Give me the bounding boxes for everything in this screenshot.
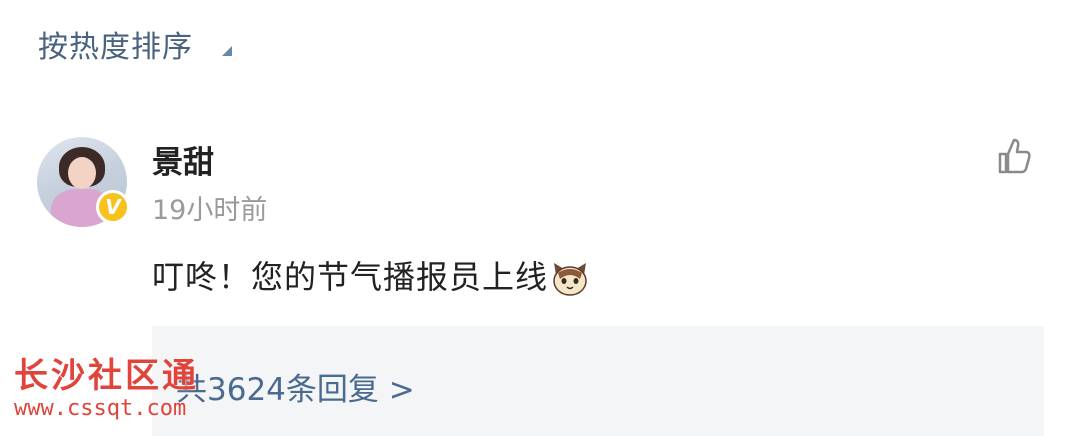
- replies-link[interactable]: 共3624条回复 >: [176, 364, 415, 409]
- watermark: 长沙社区通 www.cssqt.com: [14, 356, 199, 422]
- cat-emoji-icon: [550, 259, 590, 299]
- replies-box[interactable]: 共3624条回复 >: [152, 326, 1044, 436]
- timestamp: 19小时前: [152, 195, 268, 226]
- watermark-title: 长沙社区通: [14, 356, 199, 396]
- verified-badge-icon: V: [96, 190, 130, 224]
- avatar-face: [68, 157, 96, 189]
- sort-bar[interactable]: 按热度排序: [0, 0, 1080, 90]
- sort-label[interactable]: 按热度排序: [38, 22, 193, 66]
- comment-text-content: 叮咚！您的节气播报员上线: [152, 258, 549, 296]
- thumbs-up-icon[interactable]: [992, 134, 1036, 178]
- username[interactable]: 景甜: [152, 137, 214, 182]
- sort-caret-icon[interactable]: [222, 46, 232, 56]
- comment-text: 叮咚！您的节气播报员上线: [152, 252, 590, 299]
- watermark-url: www.cssqt.com: [14, 396, 187, 421]
